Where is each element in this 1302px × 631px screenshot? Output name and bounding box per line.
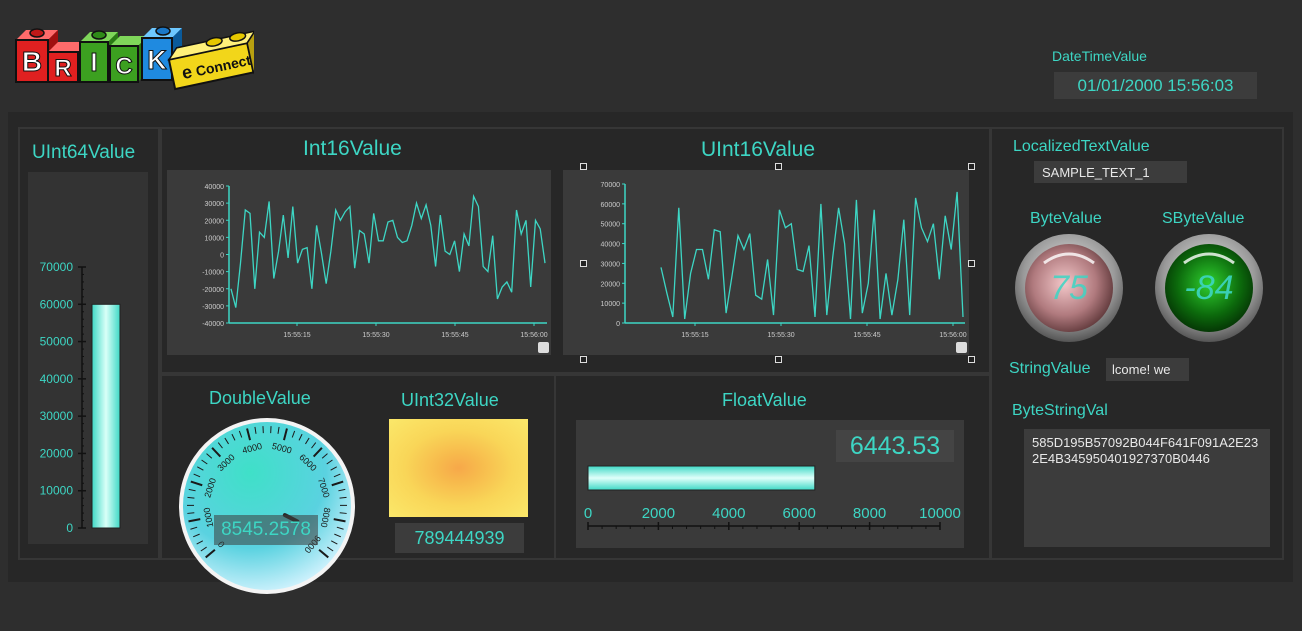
bytestring-field[interactable]: 585D195B57092B044F641F091A2E232E4B345950… bbox=[1024, 429, 1270, 547]
int16-zoom-icon[interactable] bbox=[538, 342, 549, 353]
double-label: DoubleValue bbox=[209, 388, 311, 408]
int16-x-tick-label: 15:55:45 bbox=[441, 332, 468, 339]
uint64-tick-label: 50000 bbox=[40, 335, 74, 349]
bytestring-label: ByteStringVal bbox=[1012, 402, 1108, 419]
brick-logo: B R I C K e Connect bbox=[14, 18, 262, 94]
uint16-y-tick-label: 40000 bbox=[601, 242, 621, 249]
uint16-x-tick-label: 15:55:30 bbox=[767, 332, 794, 339]
uint64-tick-label: 20000 bbox=[40, 446, 74, 460]
int16-series-line bbox=[230, 193, 546, 308]
string-label: StringValue bbox=[1009, 360, 1091, 377]
int16-y-tick-label: -30000 bbox=[202, 304, 224, 311]
bytestring-value: 585D195B57092B044F641F091A2E232E4B345950… bbox=[1032, 435, 1259, 466]
uint64-label: UInt64Value bbox=[32, 142, 136, 163]
uint16-x-tick-label: 15:56:00 bbox=[939, 332, 966, 339]
float-tick-label: 0 bbox=[584, 505, 592, 522]
int16-chart-svg: 40000 30000 20000 10000 0 -10000 -20000 -30000 -… bbox=[202, 184, 548, 339]
uint64-bar-svg: 70000 60000 50000 40000 30000 20000 10000 0 bbox=[40, 260, 121, 535]
uint16-y-tick-label: 30000 bbox=[601, 261, 621, 268]
uint16-y-tick-label: 20000 bbox=[601, 281, 621, 288]
uint64-tick-label: 60000 bbox=[40, 297, 74, 311]
uint32-label: UInt32Value bbox=[401, 390, 499, 410]
byte-indicator-light: 75 bbox=[1014, 233, 1124, 343]
int16-x-tick-label: 15:56:00 bbox=[520, 332, 547, 339]
selection-handle[interactable] bbox=[968, 260, 975, 267]
uint64-bar-fill bbox=[91, 303, 121, 529]
uint16-chart: 70000 60000 50000 40000 30000 20000 10000 0 15:5… bbox=[563, 170, 969, 355]
int16-y-tick-label: -20000 bbox=[202, 287, 224, 294]
uint64-bar-gauge: 70000 60000 50000 40000 30000 20000 10000 0 bbox=[28, 172, 148, 544]
int16-chart: 40000 30000 20000 10000 0 -10000 -20000 -30000 -… bbox=[167, 170, 551, 355]
uint64-tick-label: 40000 bbox=[40, 372, 74, 386]
selection-handle[interactable] bbox=[968, 163, 975, 170]
uint16-series-line bbox=[660, 191, 964, 320]
svg-text:C: C bbox=[115, 53, 132, 80]
string-field[interactable]: lcome! we bbox=[1106, 358, 1189, 381]
uint64-tick-label: 10000 bbox=[40, 484, 74, 498]
int16-y-tick-label: 20000 bbox=[205, 218, 225, 225]
uint16-y-tick-label: 70000 bbox=[601, 182, 621, 189]
svg-text:B: B bbox=[22, 46, 42, 77]
float-tick-label: 4000 bbox=[712, 505, 745, 522]
uint16-y-tick-label: 10000 bbox=[601, 301, 621, 308]
selection-handle[interactable] bbox=[775, 163, 782, 170]
svg-text:K: K bbox=[147, 45, 167, 75]
localized-label: LocalizedTextValue bbox=[1013, 138, 1150, 155]
int16-label: Int16Value bbox=[303, 137, 402, 160]
selection-handle[interactable] bbox=[580, 163, 587, 170]
double-dial-tick bbox=[187, 512, 195, 514]
selection-handle[interactable] bbox=[580, 356, 587, 363]
int16-y-tick-label: -10000 bbox=[202, 270, 224, 277]
sbyte-value: -84 bbox=[1184, 269, 1234, 307]
int16-y-tick-label: 30000 bbox=[205, 201, 225, 208]
byte-value: 75 bbox=[1050, 269, 1088, 307]
double-dial-svg: 0100020003000400050006000700080009000 bbox=[179, 418, 355, 594]
uint16-label: UInt16Value bbox=[701, 138, 816, 161]
float-label: FloatValue bbox=[722, 390, 807, 410]
datetime-field[interactable]: 01/01/2000 15:56:03 bbox=[1054, 72, 1257, 99]
uint64-tick-label: 30000 bbox=[40, 409, 74, 423]
uint16-zoom-icon[interactable] bbox=[956, 342, 967, 353]
sbyte-label: SByteValue bbox=[1162, 210, 1245, 227]
selection-handle[interactable] bbox=[775, 356, 782, 363]
datetime-label: DateTimeValue bbox=[1052, 48, 1147, 64]
uint32-value-field[interactable]: 789444939 bbox=[395, 523, 524, 553]
uint16-chart-svg: 70000 60000 50000 40000 30000 20000 10000 0 15:5… bbox=[601, 182, 967, 339]
byte-label: ByteValue bbox=[1030, 210, 1102, 227]
double-value-display: 8545.2578 bbox=[214, 515, 318, 545]
uint16-x-tick-label: 15:55:45 bbox=[853, 332, 880, 339]
sbyte-indicator-light: -84 bbox=[1154, 233, 1264, 343]
selection-handle[interactable] bbox=[968, 356, 975, 363]
uint16-y-tick-label: 50000 bbox=[601, 222, 621, 229]
float-tick-label: 8000 bbox=[853, 505, 886, 522]
uint16-y-tick-label: 60000 bbox=[601, 202, 621, 209]
double-dial-tick bbox=[339, 512, 347, 514]
svg-text:R: R bbox=[54, 55, 71, 82]
float-value-display: 6443.53 bbox=[836, 430, 954, 462]
int16-x-tick-label: 15:55:15 bbox=[283, 332, 310, 339]
uint16-y-tick-label: 0 bbox=[616, 321, 620, 328]
float-tick-label: 10000 bbox=[919, 505, 961, 522]
int16-x-tick-label: 15:55:30 bbox=[362, 332, 389, 339]
localized-field[interactable]: SAMPLE_TEXT_1 bbox=[1034, 161, 1187, 183]
uint64-tick-label: 70000 bbox=[40, 260, 74, 274]
uint32-color-indicator bbox=[389, 419, 528, 517]
float-bar-fill bbox=[587, 465, 816, 491]
int16-y-tick-label: -40000 bbox=[202, 321, 224, 328]
selection-handle[interactable] bbox=[580, 260, 587, 267]
uint16-x-tick-label: 15:55:15 bbox=[681, 332, 708, 339]
int16-y-tick-label: 0 bbox=[220, 253, 224, 260]
svg-text:I: I bbox=[90, 47, 97, 77]
double-dial-gauge: 0100020003000400050006000700080009000 85… bbox=[177, 416, 357, 596]
int16-y-tick-label: 40000 bbox=[205, 184, 225, 191]
int16-y-tick-label: 10000 bbox=[205, 235, 225, 242]
float-bar-gauge: 0 2000 4000 6000 8000 10000 6443.53 bbox=[576, 420, 964, 548]
float-tick-label: 6000 bbox=[783, 505, 816, 522]
float-tick-label: 2000 bbox=[642, 505, 675, 522]
double-dial-face bbox=[183, 422, 351, 590]
uint64-tick-label: 0 bbox=[66, 521, 73, 535]
